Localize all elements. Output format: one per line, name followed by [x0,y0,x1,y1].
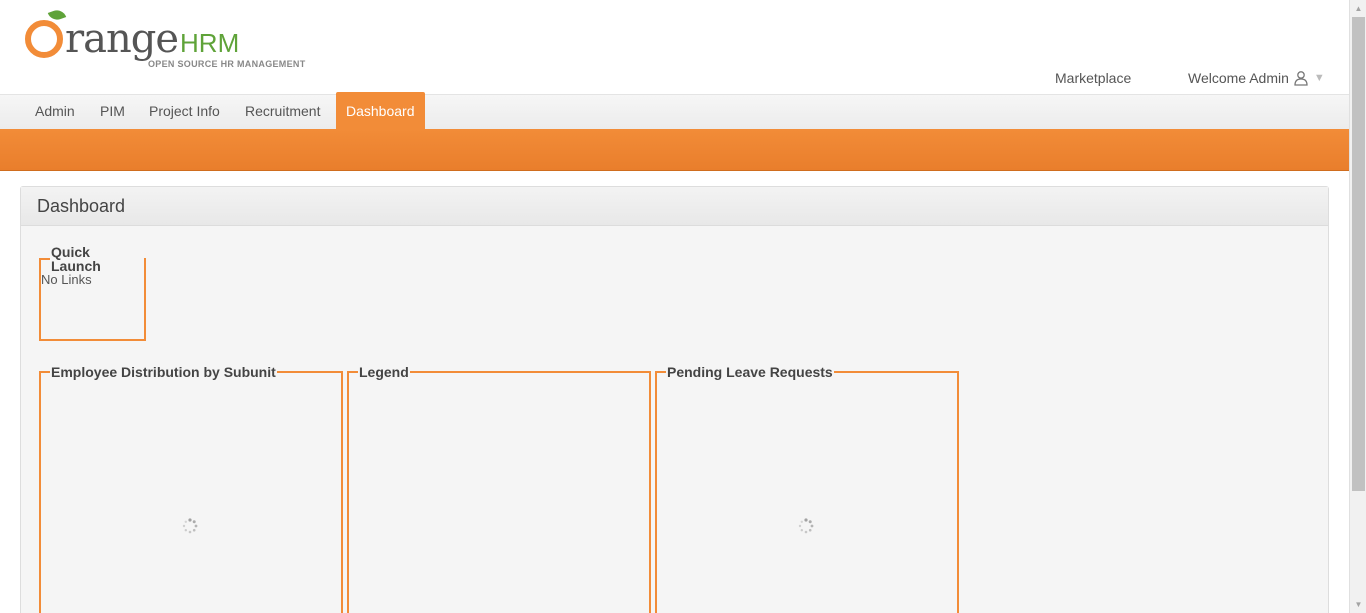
menu-item-pim[interactable]: PIM [88,95,137,130]
employee-distribution-title: Employee Distribution by Subunit [51,364,276,380]
spinner-icon [182,518,198,534]
no-links-text: No Links [41,272,92,287]
submenu-bar [0,129,1349,171]
dashboard-box: Dashboard Quick Launch No Links Employee… [20,186,1329,613]
orangehrm-logo[interactable]: rangeHRM OPEN SOURCE HR MANAGEMENT [25,7,315,72]
user-icon [1294,71,1308,86]
pending-leave-requests-title: Pending Leave Requests [667,364,833,380]
logo-tagline: OPEN SOURCE HR MANAGEMENT [148,59,306,69]
header: rangeHRM OPEN SOURCE HR MANAGEMENT Marke… [0,0,1349,94]
legend-panel: Legend [347,365,651,613]
vertical-scrollbar[interactable]: ▲ ▼ [1349,0,1366,613]
welcome-menu[interactable]: Welcome Admin ▼ [1188,70,1325,86]
scroll-up-icon[interactable]: ▲ [1350,0,1366,17]
scroll-down-icon[interactable]: ▼ [1350,596,1366,613]
quick-launch-panel: Quick Launch No Links [39,245,146,341]
menu-item-dashboard[interactable]: Dashboard [336,92,425,130]
logo-hrm-text: HRM [180,28,240,58]
employee-distribution-panel: Employee Distribution by Subunit [39,365,343,613]
quick-launch-title: Quick Launch [51,244,101,274]
page-title: Dashboard [21,187,1328,226]
orange-icon [25,7,67,58]
leaf-icon [47,7,67,23]
menu-item-project-info[interactable]: Project Info [137,95,232,130]
caret-down-icon: ▼ [1313,72,1325,84]
menu-item-admin[interactable]: Admin [23,95,87,130]
marketplace-link[interactable]: Marketplace [1055,70,1131,86]
logo-word-text: range [65,16,179,62]
legend-title: Legend [359,364,409,380]
scroll-thumb[interactable] [1352,17,1365,491]
welcome-text: Welcome Admin [1188,70,1289,86]
menu-item-recruitment[interactable]: Recruitment [233,95,332,130]
spinner-icon [798,518,814,534]
pending-leave-requests-panel: Pending Leave Requests [655,365,959,613]
main-menu: Admin PIM Project Info Recruitment Dashb… [0,92,1349,130]
